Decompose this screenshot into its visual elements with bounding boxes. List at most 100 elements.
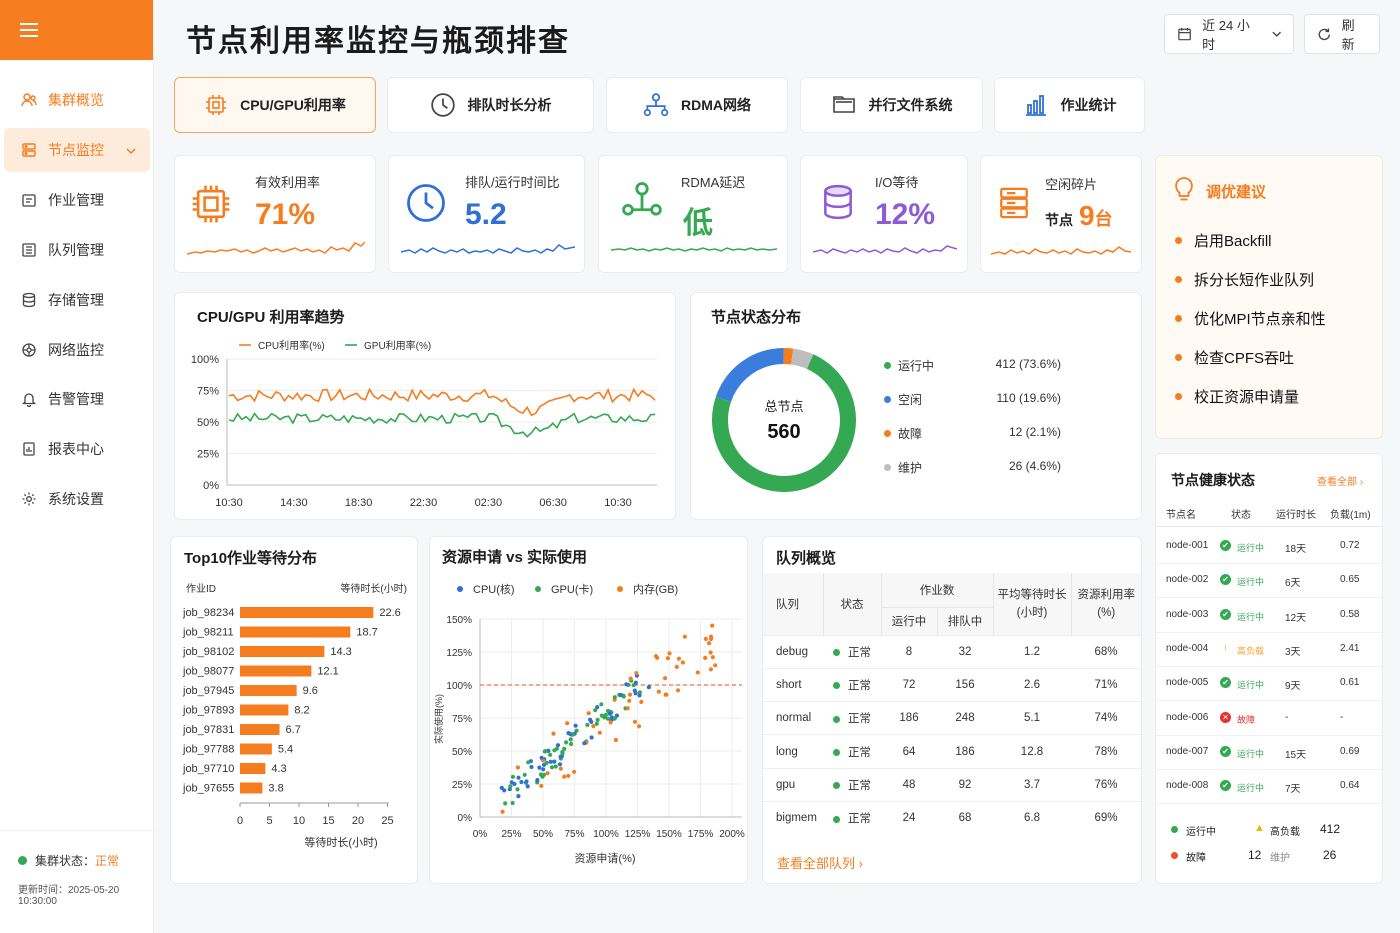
queue-wait: 5.1: [1024, 712, 1040, 725]
sidebar-item-label: 作业管理: [48, 192, 104, 208]
sidebar-item-alert-management[interactable]: 告警管理: [4, 377, 150, 421]
sidebar-item-queue-management[interactable]: 队列管理: [4, 228, 150, 272]
legend-value: 412 (73.6%): [995, 357, 1061, 371]
tab-parallel-fs[interactable]: 并行文件系统: [800, 77, 983, 133]
x-tick-label: 75%: [564, 829, 584, 840]
scatter-point: [539, 783, 544, 788]
column-header: 负载(1m): [1330, 510, 1371, 521]
sidebar-item-node-monitor[interactable]: 节点监控: [4, 128, 150, 172]
refresh-button[interactable]: 刷新: [1304, 14, 1380, 54]
tab-cpu-gpu[interactable]: CPU/GPU利用率: [174, 77, 376, 133]
scatter-point: [537, 765, 542, 770]
scatter-point: [540, 774, 545, 779]
scatter-point: [499, 785, 504, 790]
donut-center: 总节点 560: [709, 345, 859, 495]
queue-name: long: [776, 745, 798, 758]
kpi-prefix: 节点: [1045, 212, 1073, 228]
advice-item[interactable]: 校正资源申请量: [1194, 386, 1299, 407]
scatter-point: [586, 711, 591, 716]
kpi-queue-run-ratio: 排队/运行时间比 5.2: [388, 155, 585, 273]
col-jobs: 作业数: [881, 573, 994, 608]
sidebar-item-job-management[interactable]: 作业管理: [4, 178, 150, 222]
scatter-point: [544, 760, 549, 765]
scatter-point: [564, 740, 569, 745]
sidebar-item-label: 网络监控: [48, 342, 104, 358]
table-row[interactable]: long 正常 64 186 12.8 78%: [763, 734, 1141, 768]
scatter-point: [663, 692, 668, 697]
wait-bar: [240, 724, 280, 735]
queue-pending: 186: [955, 745, 975, 758]
job-id-label: job_97831: [182, 724, 234, 736]
scatter-point: [569, 741, 574, 747]
queue-util: 74%: [1094, 712, 1118, 725]
node-name: node-004: [1166, 642, 1209, 654]
y-tick-label: 150%: [446, 615, 472, 626]
wait-bar: [240, 607, 374, 618]
legend-label: 运行中: [898, 359, 935, 373]
advice-item[interactable]: 拆分长短作业队列: [1194, 269, 1314, 290]
x-tick-label: 14:30: [280, 497, 308, 509]
x-tick-label: 02:30: [475, 497, 503, 509]
sidebar-item-cluster-overview[interactable]: 集群概览: [4, 78, 150, 122]
advice-item[interactable]: 启用Backfill: [1194, 230, 1272, 251]
node-uptime: 3天: [1285, 646, 1301, 658]
bullet-dot-icon: [1175, 393, 1182, 400]
table-row[interactable]: normal 正常 186 248 5.1 74%: [763, 701, 1141, 735]
lightbulb-icon: [1175, 177, 1193, 201]
node-name: node-005: [1166, 677, 1209, 689]
x-tick-label: 15: [322, 815, 334, 827]
time-range-select[interactable]: 近 24 小时: [1164, 14, 1294, 54]
briefcase-icon: [20, 191, 38, 209]
table-row[interactable]: debug 正常 8 32 1.2 68%: [763, 635, 1141, 668]
tab-queue-time[interactable]: 排队时长分析: [387, 77, 594, 133]
node-uptime: 9天: [1285, 681, 1301, 693]
sidebar-item-system-settings[interactable]: 系统设置: [4, 477, 150, 521]
scatter-point: [708, 634, 714, 639]
y-tick-label: 125%: [446, 648, 472, 659]
scatter-point: [519, 779, 524, 785]
x-tick-label: 125%: [625, 829, 651, 840]
job-id-label: job_97788: [182, 744, 234, 756]
wait-bar: [240, 646, 325, 657]
view-all-queues-link[interactable]: 查看全部队列 ›: [777, 853, 863, 872]
chip-icon: [206, 95, 227, 115]
sidebar-item-storage-management[interactable]: 存储管理: [4, 278, 150, 322]
sidebar-item-label: 存储管理: [48, 292, 104, 308]
scatter-point: [529, 764, 534, 770]
scatter-point: [503, 801, 508, 806]
view-all-nodes-link[interactable]: 查看全部 ›: [1317, 473, 1363, 488]
tab-job-stats[interactable]: 作业统计: [994, 77, 1145, 133]
wait-bar: [240, 626, 351, 638]
job-id-label: job_97655: [182, 783, 234, 795]
node-load: 0.72: [1340, 540, 1360, 551]
legend-label: CPU利用率(%): [258, 339, 325, 352]
sidebar-item-label: 集群概览: [48, 92, 104, 108]
scatter-point: [510, 800, 515, 806]
column-header: 节点名: [1166, 510, 1196, 521]
report-icon: [20, 440, 38, 458]
table-row[interactable]: short 正常 72 156 2.6 71%: [763, 668, 1141, 701]
kpi-sparkline: [813, 245, 957, 254]
sidebar-item-report-center[interactable]: 报表中心: [4, 427, 150, 471]
advice-item[interactable]: 优化MPI节点亲和性: [1194, 308, 1326, 329]
legend-label: 内存(GB): [633, 582, 678, 596]
sidebar-item-network-monitor[interactable]: 网络监控: [4, 328, 150, 372]
legend-dot: [457, 586, 463, 592]
scatter-point: [562, 746, 567, 751]
advice-item[interactable]: 检查CPFS吞吐: [1194, 347, 1294, 368]
scatter-point: [665, 656, 670, 661]
hamburger-menu-icon[interactable]: [20, 22, 40, 38]
scatter-point: [510, 774, 515, 779]
y-tick-label: 75%: [452, 714, 472, 725]
tab-label: 排队时长分析: [467, 97, 552, 113]
wait-bar: [240, 743, 272, 755]
check-circle-icon: ✔: [1220, 608, 1231, 620]
queue-name: short: [776, 678, 802, 691]
scatter-point: [625, 706, 630, 711]
queue-name: bigmem: [776, 812, 817, 825]
table-row[interactable]: bigmem 正常 24 68 6.8 69%: [763, 801, 1141, 834]
wait-bar: [240, 704, 289, 716]
job-id-label: job_97893: [182, 705, 234, 717]
tab-rdma[interactable]: RDMA网络: [606, 77, 788, 133]
table-row[interactable]: gpu 正常 48 92 3.7 76%: [763, 768, 1141, 801]
